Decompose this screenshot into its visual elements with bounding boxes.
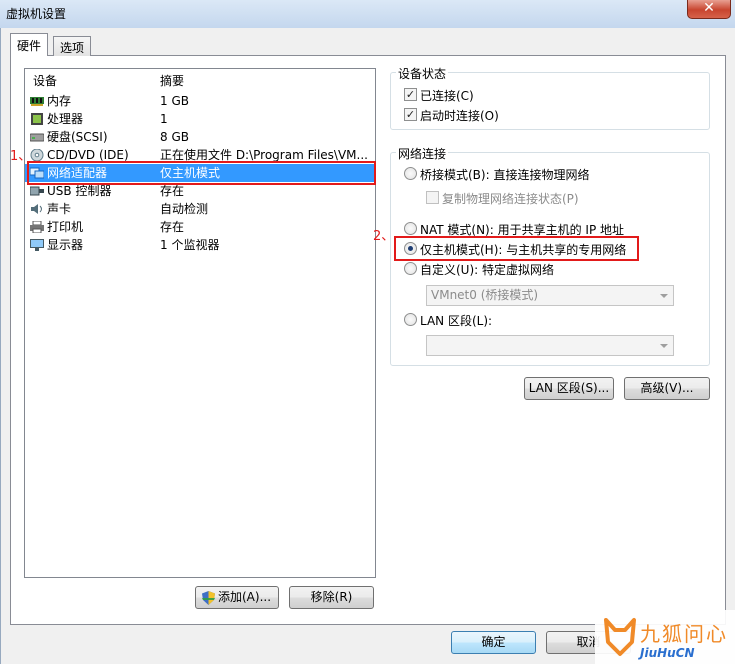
column-header-summary[interactable]: 摘要: [160, 72, 370, 90]
window-title: 虚拟机设置: [6, 7, 67, 21]
device-name: 显示器: [47, 238, 84, 252]
memory-icon: [30, 97, 44, 106]
device-row-printer[interactable]: 打印机 存在: [25, 218, 375, 236]
chevron-down-icon: [660, 294, 668, 298]
uac-shield-icon: [202, 591, 215, 605]
device-list[interactable]: 设备 摘要 内存 1 GB 处理器 1 硬盘(SCSI) 8 GB CD/DVD…: [24, 68, 376, 578]
chevron-down-icon: [660, 344, 668, 348]
tab-options[interactable]: 选项: [53, 36, 92, 56]
connect-at-power-on-label[interactable]: 启动时连接(O): [420, 107, 499, 124]
device-name: 处理器: [47, 112, 84, 126]
device-row-processor[interactable]: 处理器 1: [25, 110, 375, 128]
tab-hardware[interactable]: 硬件: [10, 33, 49, 56]
device-summary: 自动检测: [160, 202, 209, 216]
bridged-radio[interactable]: [404, 167, 417, 180]
harddisk-icon: [30, 133, 44, 142]
watermark-text-en: JiuHuCN: [640, 646, 695, 660]
lan-segment-dropdown[interactable]: [426, 335, 674, 356]
display-icon: [30, 239, 44, 251]
device-summary: 1: [160, 112, 168, 126]
device-summary: 8 GB: [160, 130, 189, 144]
title-bar: [0, 0, 735, 28]
replicate-state-label[interactable]: 复制物理网络连接状态(P): [442, 190, 579, 207]
add-button[interactable]: 添加(A)...: [195, 586, 279, 609]
lan-segments-button[interactable]: LAN 区段(S)...: [524, 377, 614, 400]
annotation-label-2: 2、: [373, 229, 395, 244]
device-row-memory[interactable]: 内存 1 GB: [25, 92, 375, 110]
add-button-label: 添加(A)...: [218, 590, 272, 604]
close-button[interactable]: ✕: [687, 0, 731, 19]
device-name: 打印机: [47, 220, 84, 234]
lan-segment-radio[interactable]: [404, 313, 417, 326]
annotation-box-1: [27, 161, 376, 185]
connected-checkbox[interactable]: ✓: [404, 88, 417, 101]
device-name: 声卡: [47, 202, 72, 216]
network-connection-title: 网络连接: [396, 145, 449, 162]
device-row-harddisk[interactable]: 硬盘(SCSI) 8 GB: [25, 128, 375, 146]
ok-button[interactable]: 确定: [451, 631, 536, 654]
device-row-sound-card[interactable]: 声卡 自动检测: [25, 200, 375, 218]
usb-icon: [30, 186, 44, 196]
connected-label[interactable]: 已连接(C): [420, 87, 474, 104]
custom-label[interactable]: 自定义(U): 特定虚拟网络: [420, 261, 554, 278]
device-summary: 存在: [160, 220, 185, 234]
sound-card-icon: [31, 204, 42, 214]
device-list-header: 设备 摘要: [25, 72, 375, 90]
custom-radio[interactable]: [404, 262, 417, 275]
device-row-display[interactable]: 显示器 1 个监视器: [25, 236, 375, 254]
nat-radio[interactable]: [404, 222, 417, 235]
device-summary: 1 GB: [160, 94, 189, 108]
watermark-text-cn: 九狐问心: [640, 622, 728, 646]
column-header-device[interactable]: 设备: [33, 72, 57, 90]
device-summary: 1 个监视器: [160, 238, 220, 252]
fox-logo-icon: [604, 618, 636, 656]
replicate-state-checkbox[interactable]: [426, 191, 439, 204]
lan-segment-label[interactable]: LAN 区段(L):: [420, 312, 492, 329]
connect-at-power-on-checkbox[interactable]: ✓: [404, 108, 417, 121]
annotation-box-2: [394, 236, 639, 261]
device-name: 内存: [47, 94, 72, 108]
remove-button[interactable]: 移除(R): [289, 586, 374, 609]
processor-icon: [31, 113, 43, 125]
device-status-title: 设备状态: [396, 65, 449, 82]
bridged-label[interactable]: 桥接模式(B): 直接连接物理网络: [420, 166, 589, 183]
custom-network-value: VMnet0 (桥接模式): [431, 288, 539, 302]
custom-network-dropdown[interactable]: VMnet0 (桥接模式): [426, 285, 674, 306]
cd-dvd-icon: [30, 149, 44, 161]
printer-icon: [30, 221, 44, 233]
advanced-button[interactable]: 高级(V)...: [624, 377, 710, 400]
device-name: 硬盘(SCSI): [47, 130, 108, 144]
